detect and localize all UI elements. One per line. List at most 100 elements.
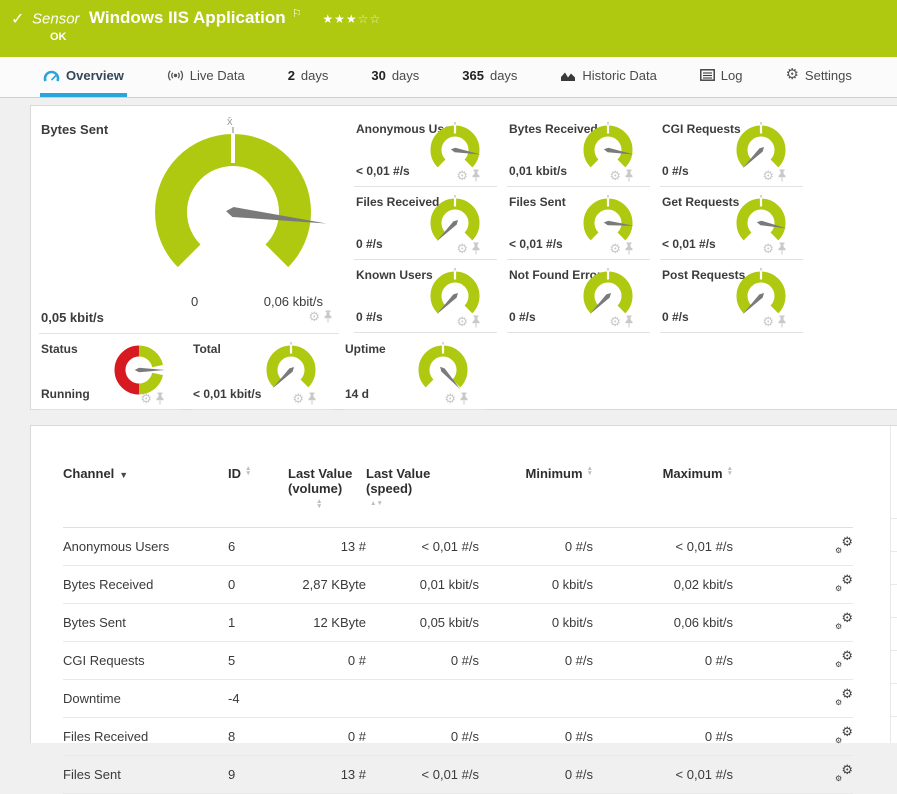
col-header-minimum[interactable]: Minimum ▲ ▼ — [479, 460, 593, 528]
tab-live-data[interactable]: Live Data — [164, 57, 248, 97]
pin-icon[interactable] — [624, 315, 634, 328]
pin-icon[interactable] — [323, 310, 333, 323]
pin-icon[interactable] — [471, 242, 481, 255]
col-header-last-value-volume[interactable]: Last Value (volume) ▲ ▼ — [288, 460, 366, 528]
gear-icon[interactable]: ⚙ — [762, 242, 774, 255]
pin-icon[interactable] — [459, 392, 469, 405]
table-row: Files Sent 9 13 # < 0,01 #/s 0 #/s < 0,0… — [63, 755, 853, 794]
cutoff-panel-sliver — [891, 518, 897, 743]
table-row: Files Received 8 0 # 0 #/s 0 #/s 0 #/s ⚙… — [63, 717, 853, 756]
sensor-header: ✓ Sensor Windows IIS Application ⚐ ★★★☆☆… — [0, 0, 897, 57]
pin-icon[interactable] — [624, 169, 634, 182]
gauge-cell-not-found-errors: Not Found Errors 0 #/s ⚙ — [507, 260, 650, 333]
table-row: Downtime -4 ⚙ ⚙ — [63, 679, 853, 718]
sort-icon[interactable]: ▲▼ — [316, 498, 366, 510]
gauge-cell-get-requests: Get Requests < 0,01 #/s ⚙ — [660, 187, 803, 260]
table-row: CGI Requests 5 0 # 0 #/s 0 #/s 0 #/s ⚙ ⚙ — [63, 641, 853, 680]
channel-name: Files Sent — [63, 755, 228, 794]
pin-icon[interactable] — [777, 315, 787, 328]
pin-icon[interactable] — [471, 315, 481, 328]
gear-icon[interactable]: ⚙ — [444, 392, 456, 405]
flag-icon[interactable]: ⚐ — [292, 8, 302, 20]
edit-channel-icon[interactable]: ⚙ ⚙ — [835, 686, 853, 707]
status-badge: OK — [50, 31, 67, 43]
gear-icon[interactable]: ⚙ — [292, 392, 304, 405]
gauge-cell-post-requests: Post Requests 0 #/s ⚙ — [660, 260, 803, 333]
gauge-cell-files-sent: Files Sent < 0,01 #/s ⚙ — [507, 187, 650, 260]
log-icon — [699, 69, 715, 81]
channel-name: Anonymous Users — [63, 527, 228, 566]
tab-2-days[interactable]: 2 days — [285, 57, 332, 97]
table-row: Anonymous Users 6 13 # < 0,01 #/s 0 #/s … — [63, 527, 853, 566]
sort-icon[interactable]: ▲▼ — [587, 465, 593, 477]
gauges-panel: Bytes Sent x̄ 0 0,06 kbit/s 0,05 kbit/s … — [30, 105, 897, 410]
primary-gauge-cell: Bytes Sent x̄ 0 0,06 kbit/s 0,05 kbit/s … — [39, 114, 339, 334]
col-header-id[interactable]: ID ▲ ▼ — [228, 460, 288, 528]
sort-icon[interactable]: ▲▼ — [727, 465, 733, 477]
gear-icon[interactable]: ⚙ — [609, 242, 621, 255]
priority-stars[interactable]: ★★★☆☆ — [322, 12, 381, 26]
gear-icon[interactable]: ⚙ — [456, 242, 468, 255]
gear-icon[interactable]: ⚙ — [762, 169, 774, 182]
edit-channel-icon[interactable]: ⚙ ⚙ — [835, 534, 853, 555]
gauge-icon — [43, 70, 60, 81]
gear-icon[interactable]: ⚙ — [609, 315, 621, 328]
sensor-title: Windows IIS Application — [88, 8, 286, 28]
tab-overview[interactable]: Overview — [40, 57, 127, 97]
pin-icon[interactable] — [471, 169, 481, 182]
edit-channel-icon[interactable]: ⚙ ⚙ — [835, 648, 853, 669]
ok-check-icon: ✓ — [11, 11, 25, 28]
gauge-cell-total: Total < 0,01 kbit/s ⚙ — [191, 334, 333, 410]
gauge-title: Bytes Sent — [41, 122, 109, 137]
small-gauges-grid: Anonymous Users < 0,01 #/s ⚙ Bytes Recei… — [354, 114, 813, 334]
tab-settings[interactable]: ⚙ Settings — [782, 57, 854, 97]
gear-icon: ⚙ — [785, 66, 799, 83]
gauge-cell-bytes-received: Bytes Received 0,01 kbit/s ⚙ — [507, 114, 650, 187]
pin-icon[interactable] — [777, 169, 787, 182]
gauge-cell-status: Status Running ⚙ — [39, 334, 181, 410]
channel-table-panel: Channel ▼ ID ▲ ▼ Last Value (volume) ▲ ▼ Last … — [30, 425, 897, 794]
gauge-scale-max: 0,06 kbit/s — [263, 294, 323, 309]
gear-icon[interactable]: ⚙ — [456, 315, 468, 328]
col-header-last-value-speed[interactable]: Last Value (speed) ▲▼ — [366, 460, 479, 528]
pin-icon[interactable] — [624, 242, 634, 255]
channel-name: Files Received — [63, 717, 228, 756]
pin-icon[interactable] — [307, 392, 317, 405]
primary-gauge[interactable] — [133, 124, 333, 295]
tab-historic-data[interactable]: Historic Data — [557, 57, 659, 97]
table-row: Bytes Sent 1 12 KByte 0,05 kbit/s 0 kbit… — [63, 603, 853, 642]
channel-name: Bytes Received — [63, 565, 228, 604]
sort-icon[interactable]: ▲▼ — [370, 496, 430, 511]
tab-30-days[interactable]: 30 days — [368, 57, 422, 97]
object-kind-label: Sensor — [32, 10, 80, 28]
edit-channel-icon[interactable]: ⚙ ⚙ — [835, 762, 853, 783]
sort-icon[interactable]: ▲▼ — [245, 465, 251, 477]
edit-channel-icon[interactable]: ⚙ ⚙ — [835, 572, 853, 593]
gauge-cell-files-received: Files Received 0 #/s ⚙ — [354, 187, 497, 260]
gauge-cell-cgi-requests: CGI Requests 0 #/s ⚙ — [660, 114, 803, 187]
tab-log[interactable]: Log — [697, 57, 746, 97]
col-header-channel[interactable]: Channel ▼ — [63, 460, 228, 528]
gear-icon[interactable]: ⚙ — [140, 392, 152, 405]
channel-table: Channel ▼ ID ▲ ▼ Last Value (volume) ▲ ▼ Last … — [63, 460, 853, 794]
broadcast-icon — [167, 69, 183, 81]
channel-name: Downtime — [63, 679, 228, 718]
tab-365-days[interactable]: 365 days — [459, 57, 520, 97]
channel-name: Bytes Sent — [63, 603, 228, 642]
gauge-cell-known-users: Known Users 0 #/s ⚙ — [354, 260, 497, 333]
bottom-gauges-row: Status Running ⚙ Total < 0,01 kbit/s ⚙ U… — [39, 334, 897, 410]
edit-channel-icon[interactable]: ⚙ ⚙ — [835, 724, 853, 745]
pin-icon[interactable] — [777, 242, 787, 255]
gear-icon[interactable]: ⚙ — [762, 315, 774, 328]
gear-icon[interactable]: ⚙ — [609, 169, 621, 182]
area-chart-icon — [561, 72, 576, 81]
gauge-cell-anonymous-users: Anonymous Users < 0,01 #/s ⚙ — [354, 114, 497, 187]
gear-icon[interactable]: ⚙ — [456, 169, 468, 182]
gauge-value: 0,05 kbit/s — [41, 310, 104, 325]
edit-channel-icon[interactable]: ⚙ ⚙ — [835, 610, 853, 631]
sort-desc-icon[interactable]: ▼ — [119, 470, 128, 480]
pin-icon[interactable] — [155, 392, 165, 405]
gear-icon[interactable]: ⚙ — [308, 310, 320, 323]
gauge-scale-min: 0 — [191, 294, 199, 309]
col-header-maximum[interactable]: Maximum ▲ ▼ — [593, 460, 733, 528]
